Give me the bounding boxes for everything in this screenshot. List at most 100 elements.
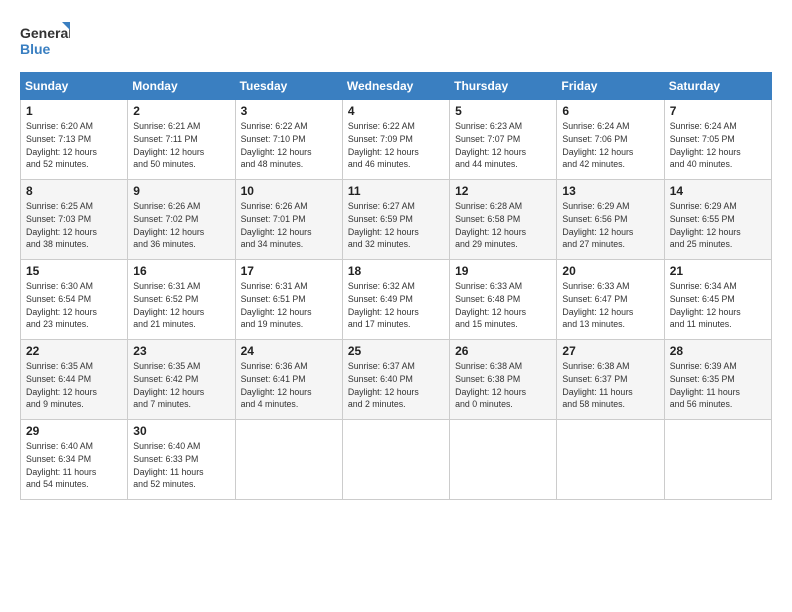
day-cell-18: 18Sunrise: 6:32 AM Sunset: 6:49 PM Dayli… (342, 260, 449, 340)
logo-svg: General Blue (20, 20, 70, 60)
day-cell-23: 23 Sunrise: 6:35 AM Sunset: 6:42 PM Dayli… (128, 340, 235, 420)
column-header-friday: Friday (557, 73, 664, 100)
day-info: Sunrise: 6:40 AM Sunset: 6:33 PM Dayligh… (133, 440, 229, 491)
empty-cell (664, 420, 771, 500)
day-cell-2: 2 Sunrise: 6:21 AM Sunset: 7:11 PM Daylig… (128, 100, 235, 180)
day-number: 14 (670, 184, 766, 198)
day-cell-24: 24 Sunrise: 6:36 AM Sunset: 6:41 PM Dayli… (235, 340, 342, 420)
day-cell-16: 16 Sunrise: 6:31 AM Sunset: 6:52 PM Dayli… (128, 260, 235, 340)
day-info: Sunrise: 6:26 AM Sunset: 7:02 PM Dayligh… (133, 200, 229, 251)
day-number: 20 (562, 264, 658, 278)
day-cell-5: 5 Sunrise: 6:23 AM Sunset: 7:07 PM Daylig… (450, 100, 557, 180)
day-cell-1: 1 Sunrise: 6:20 AM Sunset: 7:13 PM Daylig… (21, 100, 128, 180)
day-cell-6: 6 Sunrise: 6:24 AM Sunset: 7:06 PM Daylig… (557, 100, 664, 180)
day-info: Sunrise: 6:24 AM Sunset: 7:05 PM Dayligh… (670, 120, 766, 171)
day-cell-13: 13 Sunrise: 6:29 AM Sunset: 6:56 PM Dayli… (557, 180, 664, 260)
day-number: 30 (133, 424, 229, 438)
day-cell-8: 8Sunrise: 6:25 AM Sunset: 7:03 PM Daylig… (21, 180, 128, 260)
day-cell-10: 10 Sunrise: 6:26 AM Sunset: 7:01 PM Dayli… (235, 180, 342, 260)
day-cell-11: 11 Sunrise: 6:27 AM Sunset: 6:59 PM Dayli… (342, 180, 449, 260)
day-number: 17 (241, 264, 337, 278)
day-info: Sunrise: 6:24 AM Sunset: 7:06 PM Dayligh… (562, 120, 658, 171)
week-row-1: 1 Sunrise: 6:20 AM Sunset: 7:13 PM Daylig… (21, 100, 772, 180)
logo: General Blue (20, 20, 70, 60)
day-info: Sunrise: 6:36 AM Sunset: 6:41 PM Dayligh… (241, 360, 337, 411)
day-info: Sunrise: 6:31 AM Sunset: 6:51 PM Dayligh… (241, 280, 337, 331)
day-number: 16 (133, 264, 229, 278)
day-info: Sunrise: 6:31 AM Sunset: 6:52 PM Dayligh… (133, 280, 229, 331)
column-header-sunday: Sunday (21, 73, 128, 100)
day-info: Sunrise: 6:25 AM Sunset: 7:03 PM Dayligh… (26, 200, 122, 251)
day-info: Sunrise: 6:33 AM Sunset: 6:48 PM Dayligh… (455, 280, 551, 331)
day-cell-7: 7 Sunrise: 6:24 AM Sunset: 7:05 PM Daylig… (664, 100, 771, 180)
day-cell-4: 4Sunrise: 6:22 AM Sunset: 7:09 PM Daylig… (342, 100, 449, 180)
day-cell-22: 22 Sunrise: 6:35 AM Sunset: 6:44 PM Dayli… (21, 340, 128, 420)
day-cell-25: 25Sunrise: 6:37 AM Sunset: 6:40 PM Dayli… (342, 340, 449, 420)
day-number: 12 (455, 184, 551, 198)
column-header-tuesday: Tuesday (235, 73, 342, 100)
day-number: 2 (133, 104, 229, 118)
day-number: 27 (562, 344, 658, 358)
day-cell-12: 12Sunrise: 6:28 AM Sunset: 6:58 PM Dayli… (450, 180, 557, 260)
day-cell-28: 28Sunrise: 6:39 AM Sunset: 6:35 PM Dayli… (664, 340, 771, 420)
day-number: 23 (133, 344, 229, 358)
day-info: Sunrise: 6:35 AM Sunset: 6:44 PM Dayligh… (26, 360, 122, 411)
day-info: Sunrise: 6:35 AM Sunset: 6:42 PM Dayligh… (133, 360, 229, 411)
day-info: Sunrise: 6:27 AM Sunset: 6:59 PM Dayligh… (348, 200, 444, 251)
column-header-thursday: Thursday (450, 73, 557, 100)
day-number: 25 (348, 344, 444, 358)
day-number: 22 (26, 344, 122, 358)
day-info: Sunrise: 6:21 AM Sunset: 7:11 PM Dayligh… (133, 120, 229, 171)
day-cell-30: 30 Sunrise: 6:40 AM Sunset: 6:33 PM Dayli… (128, 420, 235, 500)
day-number: 10 (241, 184, 337, 198)
day-cell-27: 27 Sunrise: 6:38 AM Sunset: 6:37 PM Dayli… (557, 340, 664, 420)
day-info: Sunrise: 6:29 AM Sunset: 6:56 PM Dayligh… (562, 200, 658, 251)
day-number: 11 (348, 184, 444, 198)
day-cell-19: 19Sunrise: 6:33 AM Sunset: 6:48 PM Dayli… (450, 260, 557, 340)
column-header-monday: Monday (128, 73, 235, 100)
column-header-wednesday: Wednesday (342, 73, 449, 100)
day-info: Sunrise: 6:29 AM Sunset: 6:55 PM Dayligh… (670, 200, 766, 251)
day-info: Sunrise: 6:30 AM Sunset: 6:54 PM Dayligh… (26, 280, 122, 331)
day-cell-14: 14 Sunrise: 6:29 AM Sunset: 6:55 PM Dayli… (664, 180, 771, 260)
empty-cell (450, 420, 557, 500)
day-number: 28 (670, 344, 766, 358)
day-info: Sunrise: 6:40 AM Sunset: 6:34 PM Dayligh… (26, 440, 122, 491)
day-info: Sunrise: 6:34 AM Sunset: 6:45 PM Dayligh… (670, 280, 766, 331)
day-info: Sunrise: 6:38 AM Sunset: 6:37 PM Dayligh… (562, 360, 658, 411)
day-number: 9 (133, 184, 229, 198)
day-number: 6 (562, 104, 658, 118)
calendar-page: General Blue SundayMondayTuesdayWednesda… (0, 0, 792, 612)
day-info: Sunrise: 6:22 AM Sunset: 7:10 PM Dayligh… (241, 120, 337, 171)
day-number: 24 (241, 344, 337, 358)
empty-cell (342, 420, 449, 500)
day-cell-29: 29 Sunrise: 6:40 AM Sunset: 6:34 PM Dayli… (21, 420, 128, 500)
day-number: 1 (26, 104, 122, 118)
week-row-5: 29 Sunrise: 6:40 AM Sunset: 6:34 PM Dayli… (21, 420, 772, 500)
empty-cell (235, 420, 342, 500)
day-number: 4 (348, 104, 444, 118)
header: General Blue (20, 20, 772, 60)
day-number: 7 (670, 104, 766, 118)
calendar-table: SundayMondayTuesdayWednesdayThursdayFrid… (20, 72, 772, 500)
day-number: 3 (241, 104, 337, 118)
svg-text:Blue: Blue (20, 41, 51, 57)
day-cell-9: 9 Sunrise: 6:26 AM Sunset: 7:02 PM Daylig… (128, 180, 235, 260)
column-header-saturday: Saturday (664, 73, 771, 100)
day-number: 18 (348, 264, 444, 278)
day-info: Sunrise: 6:23 AM Sunset: 7:07 PM Dayligh… (455, 120, 551, 171)
day-number: 26 (455, 344, 551, 358)
day-number: 5 (455, 104, 551, 118)
day-cell-15: 15 Sunrise: 6:30 AM Sunset: 6:54 PM Dayli… (21, 260, 128, 340)
day-number: 15 (26, 264, 122, 278)
day-cell-26: 26 Sunrise: 6:38 AM Sunset: 6:38 PM Dayli… (450, 340, 557, 420)
day-number: 29 (26, 424, 122, 438)
day-cell-20: 20 Sunrise: 6:33 AM Sunset: 6:47 PM Dayli… (557, 260, 664, 340)
day-cell-21: 21Sunrise: 6:34 AM Sunset: 6:45 PM Dayli… (664, 260, 771, 340)
empty-cell (557, 420, 664, 500)
day-info: Sunrise: 6:26 AM Sunset: 7:01 PM Dayligh… (241, 200, 337, 251)
day-number: 13 (562, 184, 658, 198)
day-info: Sunrise: 6:38 AM Sunset: 6:38 PM Dayligh… (455, 360, 551, 411)
day-info: Sunrise: 6:20 AM Sunset: 7:13 PM Dayligh… (26, 120, 122, 171)
day-info: Sunrise: 6:33 AM Sunset: 6:47 PM Dayligh… (562, 280, 658, 331)
